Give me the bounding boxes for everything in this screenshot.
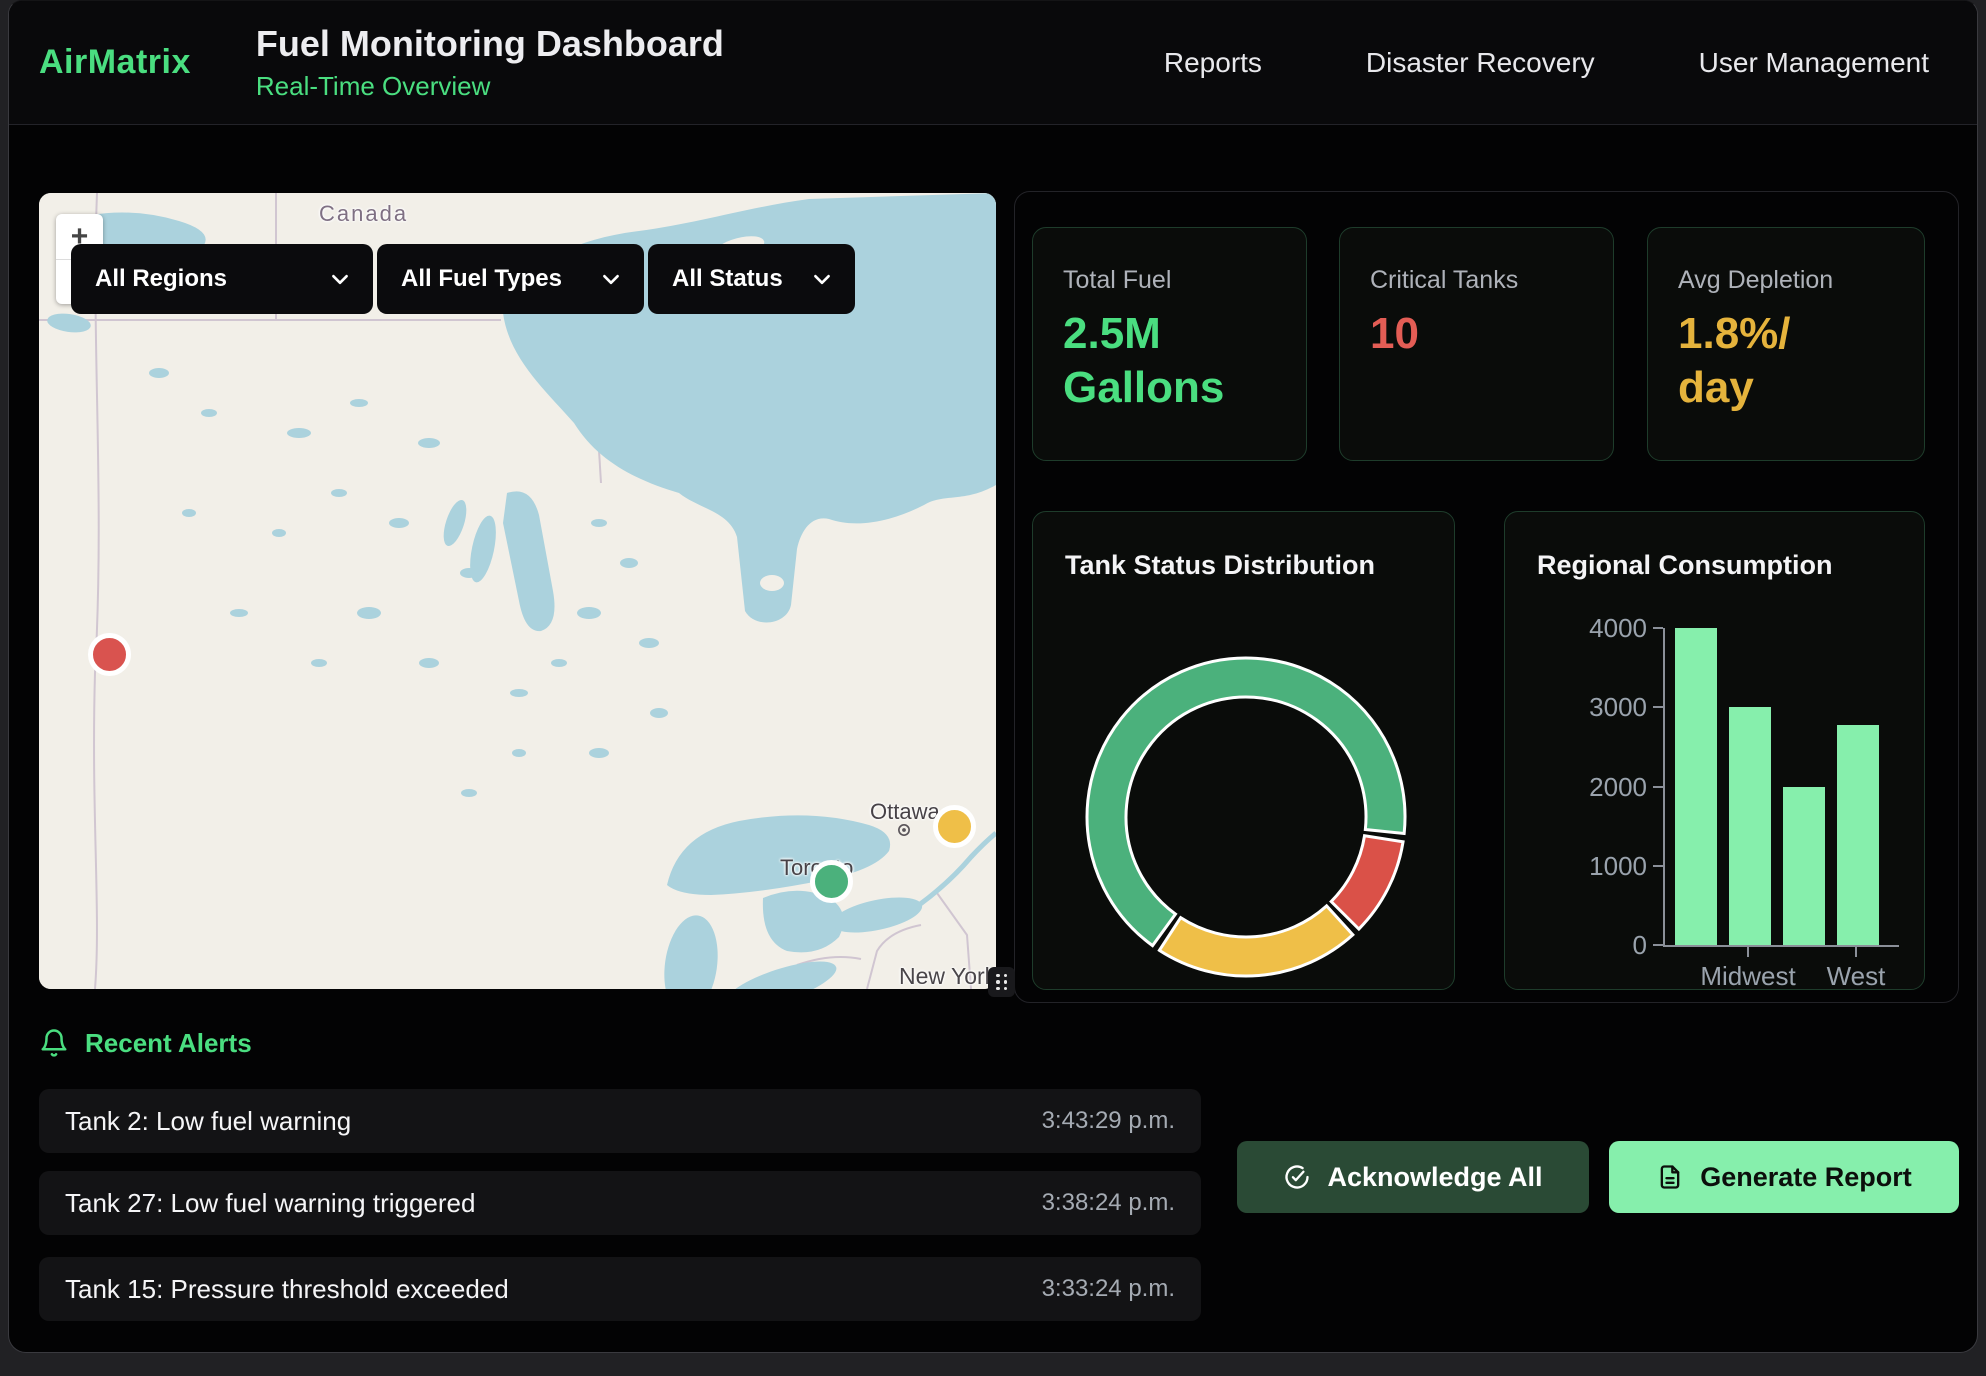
stat-title: Total Fuel	[1063, 266, 1306, 295]
alert-row[interactable]: Tank 27: Low fuel warning triggered 3:38…	[39, 1171, 1201, 1235]
stat-card-avg-depletion: Avg Depletion 1.8%/day	[1647, 227, 1925, 461]
x-axis-tick	[1747, 947, 1749, 957]
stat-card-total-fuel: Total Fuel 2.5M Gallons	[1032, 227, 1307, 461]
dashboard-frame: AirMatrix Fuel Monitoring Dashboard Real…	[8, 0, 1978, 1353]
brand-logo: AirMatrix	[39, 43, 191, 82]
consumption-bar	[1837, 725, 1879, 945]
alert-row[interactable]: Tank 2: Low fuel warning 3:43:29 p.m.	[39, 1089, 1201, 1153]
stat-card-critical-tanks: Critical Tanks 10	[1339, 227, 1614, 461]
stat-value-avg-depletion: 1.8%/day	[1678, 307, 1803, 414]
regional-consumption-bar-chart	[1663, 628, 1899, 947]
chart-title: Regional Consumption	[1537, 550, 1832, 581]
x-axis-tick	[1855, 947, 1857, 957]
region-filter-value: All Regions	[95, 265, 227, 293]
tank-status-donut-chart	[1033, 578, 1455, 982]
regional-consumption-chart-card: Regional Consumption 01000200030004000Mi…	[1504, 511, 1925, 990]
tank-marker-amber[interactable]	[933, 805, 976, 848]
acknowledge-all-label: Acknowledge All	[1327, 1162, 1542, 1193]
nav-item-reports[interactable]: Reports	[1164, 47, 1262, 79]
alert-text: Tank 27: Low fuel warning triggered	[65, 1188, 475, 1219]
alert-text: Tank 2: Low fuel warning	[65, 1106, 351, 1137]
y-axis-tick	[1653, 865, 1663, 867]
tank-marker-red[interactable]	[88, 633, 131, 676]
donut-segment-red	[1331, 836, 1403, 929]
alert-timestamp: 3:33:24 p.m.	[1042, 1275, 1175, 1303]
stat-value-critical-tanks: 10	[1370, 307, 1585, 361]
app-header: AirMatrix Fuel Monitoring Dashboard Real…	[9, 1, 1977, 125]
alerts-header: Recent Alerts	[39, 1025, 252, 1061]
y-axis-tick-label: 3000	[1521, 691, 1647, 723]
tank-status-chart-card: Tank Status Distribution	[1032, 511, 1455, 990]
x-axis-tick-label: West	[1776, 961, 1925, 990]
map-label-ottawa: Ottawa	[870, 799, 940, 825]
consumption-bar	[1783, 787, 1825, 946]
nav-item-user-management[interactable]: User Management	[1699, 47, 1929, 79]
stat-title: Avg Depletion	[1678, 266, 1924, 295]
y-axis-tick	[1653, 786, 1663, 788]
map-resize-handle[interactable]	[988, 967, 1015, 997]
nav-item-disaster-recovery[interactable]: Disaster Recovery	[1366, 47, 1595, 79]
chevron-down-icon	[813, 274, 831, 285]
donut-segment-amber	[1159, 906, 1352, 976]
alerts-heading: Recent Alerts	[85, 1028, 252, 1059]
generate-report-button[interactable]: Generate Report	[1609, 1141, 1959, 1213]
region-filter-select[interactable]: All Regions	[71, 244, 373, 314]
consumption-bar	[1729, 707, 1771, 945]
tank-marker-green[interactable]	[810, 860, 853, 903]
town-marker-icon	[897, 823, 911, 842]
y-axis-tick-label: 0	[1521, 929, 1647, 961]
alert-timestamp: 3:38:24 p.m.	[1042, 1189, 1175, 1217]
status-filter-select[interactable]: All Status	[648, 244, 855, 314]
chevron-down-icon	[331, 274, 349, 285]
acknowledge-all-button[interactable]: Acknowledge All	[1237, 1141, 1589, 1213]
status-filter-value: All Status	[672, 265, 783, 293]
y-axis-tick-label: 2000	[1521, 771, 1647, 803]
y-axis-tick	[1653, 944, 1663, 946]
map-label-canada: Canada	[319, 201, 408, 227]
bell-icon	[39, 1028, 69, 1058]
stat-value-total-fuel: 2.5M Gallons	[1063, 307, 1278, 414]
title-block: Fuel Monitoring Dashboard Real-Time Over…	[256, 23, 724, 102]
stat-title: Critical Tanks	[1370, 266, 1613, 295]
page-title: Fuel Monitoring Dashboard	[256, 23, 724, 65]
alert-row[interactable]: Tank 15: Pressure threshold exceeded 3:3…	[39, 1257, 1201, 1321]
map-label-new-york: New York	[899, 963, 996, 989]
main-nav: Reports Disaster Recovery User Managemen…	[1164, 47, 1929, 79]
generate-report-label: Generate Report	[1700, 1162, 1912, 1193]
fuel-type-filter-select[interactable]: All Fuel Types	[377, 244, 644, 314]
chevron-down-icon	[602, 274, 620, 285]
y-axis-tick-label: 4000	[1521, 612, 1647, 644]
consumption-bar	[1675, 628, 1717, 945]
metrics-panel: Total Fuel 2.5M Gallons Critical Tanks 1…	[1014, 191, 1959, 1003]
fuel-map[interactable]: Canada Ottawa Toronto New York + − All R…	[39, 193, 996, 989]
y-axis-tick	[1653, 627, 1663, 629]
fuel-type-filter-value: All Fuel Types	[401, 265, 562, 293]
alert-timestamp: 3:43:29 p.m.	[1042, 1107, 1175, 1135]
document-icon	[1656, 1163, 1684, 1191]
page-subtitle: Real-Time Overview	[256, 71, 724, 102]
alert-text: Tank 15: Pressure threshold exceeded	[65, 1274, 509, 1305]
y-axis-tick	[1653, 706, 1663, 708]
map-filters: All Regions All Fuel Types All Status	[71, 244, 855, 314]
chart-title: Tank Status Distribution	[1065, 550, 1375, 581]
y-axis-tick-label: 1000	[1521, 850, 1647, 882]
check-circle-icon	[1283, 1163, 1311, 1191]
